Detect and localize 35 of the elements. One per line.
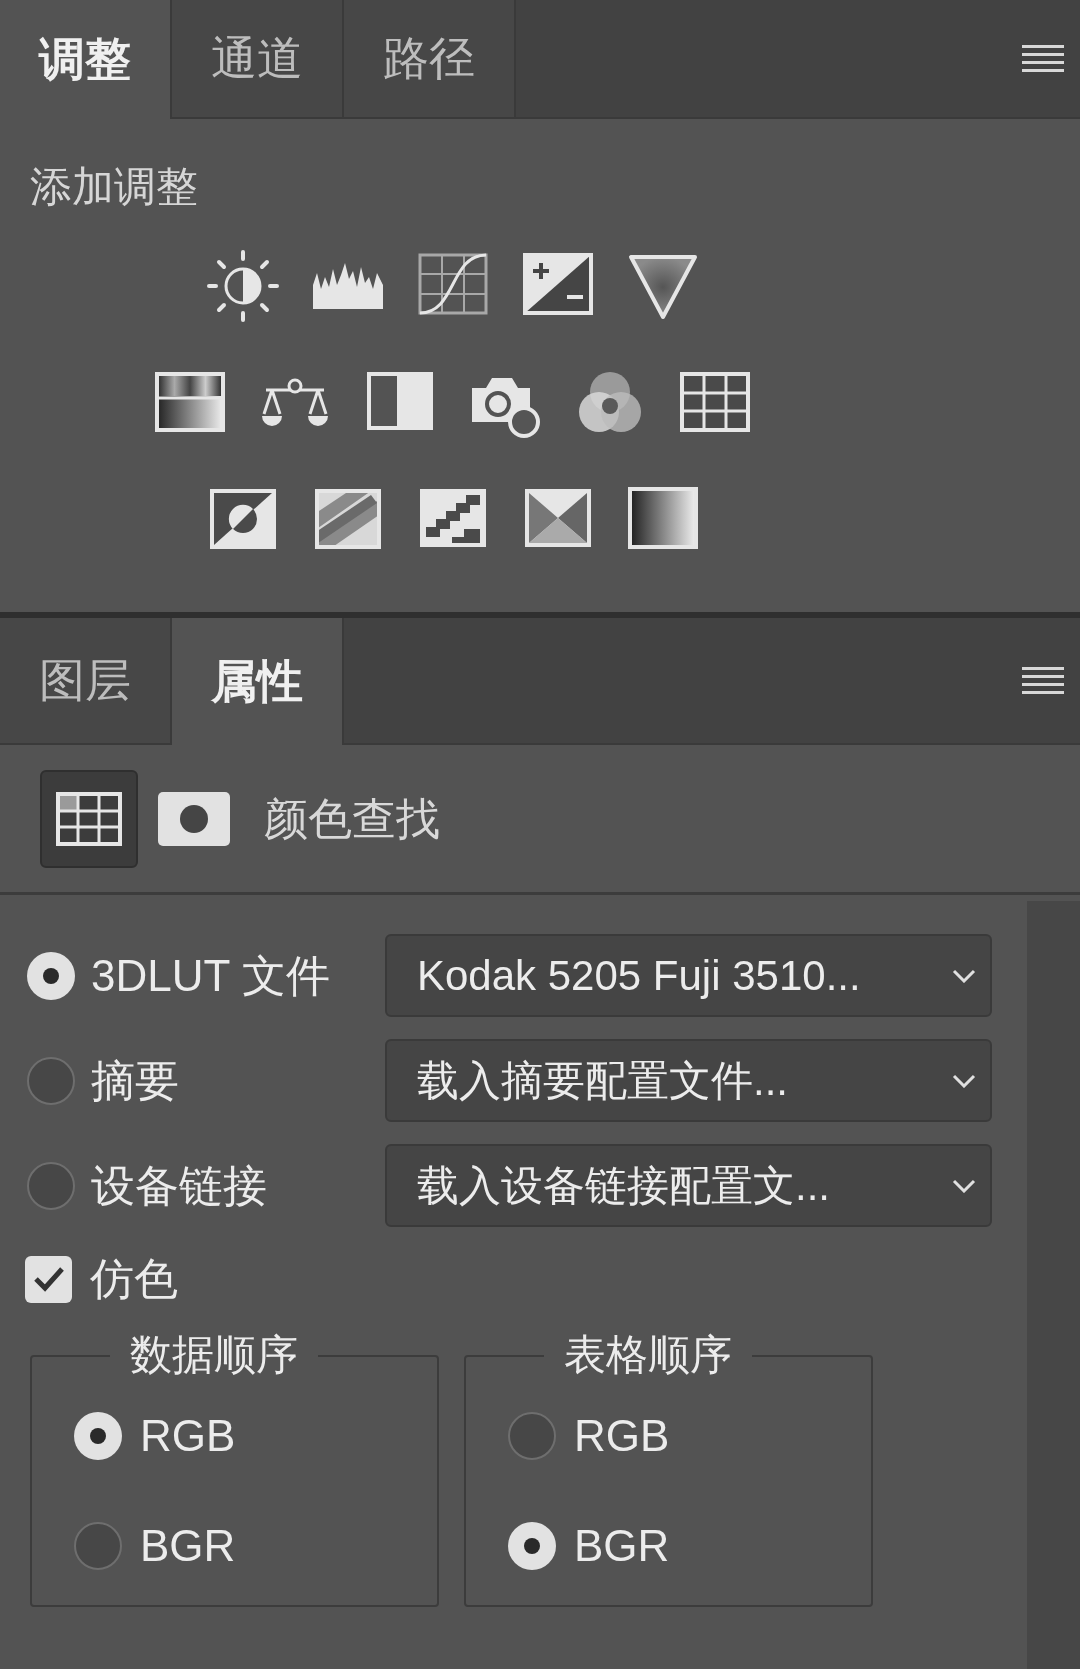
option-label: 3DLUT 文件 xyxy=(91,949,330,1002)
radio-button[interactable] xyxy=(27,951,75,1000)
option-label: RGB xyxy=(574,1410,670,1462)
radio-button[interactable] xyxy=(27,1161,75,1210)
checkbox[interactable] xyxy=(25,1255,72,1303)
panel-tab[interactable]: 调整 xyxy=(0,0,172,119)
panel-tab[interactable]: 属性 xyxy=(172,618,344,745)
checkbox-label: 仿色 xyxy=(90,1253,178,1305)
panel-tab[interactable]: 路径 xyxy=(344,0,516,119)
chevron-icon xyxy=(952,968,976,983)
chevron-icon xyxy=(952,1178,976,1193)
radio-button[interactable] xyxy=(27,1056,75,1105)
option-label: RGB xyxy=(140,1410,236,1462)
panel-tab[interactable]: 通道 xyxy=(172,0,344,119)
option-label: 摘要 xyxy=(91,1054,179,1107)
menu-icon[interactable] xyxy=(1022,43,1064,74)
grid-icon[interactable] xyxy=(40,769,138,868)
option-label: BGR xyxy=(140,1520,236,1572)
radio-button[interactable] xyxy=(74,1522,122,1570)
chevron-icon xyxy=(952,1073,976,1088)
dropdown[interactable]: 载入摘要配置文件... xyxy=(385,1039,992,1122)
dropdown[interactable]: Kodak 5205 Fuji 3510... xyxy=(385,934,992,1017)
dropdown[interactable]: 载入设备链接配置文... xyxy=(385,1144,992,1227)
radio-button[interactable] xyxy=(74,1412,122,1460)
option-label: BGR xyxy=(574,1520,670,1572)
mask-icon[interactable] xyxy=(158,791,230,846)
radio-button[interactable] xyxy=(508,1522,556,1570)
radio-button[interactable] xyxy=(508,1412,556,1460)
option-label: 设备链接 xyxy=(91,1159,267,1212)
sun-icon[interactable] xyxy=(205,249,280,323)
panel-title: 颜色查找 xyxy=(264,792,440,845)
section-heading: 添加调整 xyxy=(29,162,199,212)
check-icon xyxy=(32,1266,65,1292)
menu-icon[interactable] xyxy=(1022,665,1064,696)
panel-tab[interactable]: 图层 xyxy=(0,618,172,745)
